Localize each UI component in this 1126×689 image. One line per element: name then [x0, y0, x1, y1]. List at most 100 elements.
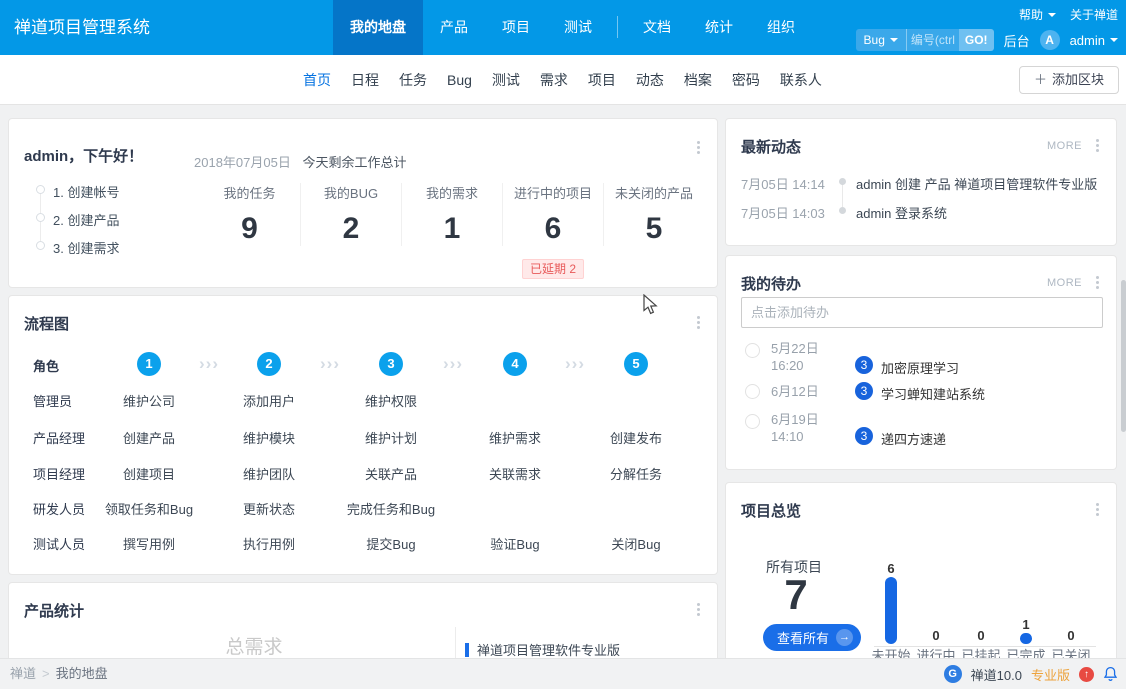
search-type-select[interactable]: Bug	[856, 29, 907, 51]
backend-link[interactable]: 后台	[1004, 31, 1030, 50]
tutorial-step-create-account[interactable]: 1. 创建帐号	[53, 182, 119, 201]
tab-password[interactable]: 密码	[722, 55, 770, 105]
panel-menu-button[interactable]	[692, 141, 704, 156]
main-nav-my-dashboard[interactable]: 我的地盘	[333, 0, 423, 55]
priority-badge: 3	[855, 356, 873, 374]
tab-story[interactable]: 需求	[530, 55, 578, 105]
chart-legend-item[interactable]: 禅道项目管理软件专业版	[465, 640, 620, 659]
latest-dynamics-panel: 最新动态 MORE 7月05日 14:14 admin 创建 产品 禅道项目管理…	[725, 118, 1117, 246]
version-label[interactable]: 禅道10.0	[971, 665, 1022, 684]
breadcrumb-root[interactable]: 禅道	[10, 666, 36, 681]
edition-label[interactable]: 专业版	[1031, 665, 1070, 684]
todo-title[interactable]: 学习蝉知建站系统	[881, 384, 985, 403]
tab-profile[interactable]: 档案	[674, 55, 722, 105]
todo-date: 6月19日14:10	[771, 411, 819, 445]
flow-task[interactable]: 验证Bug	[490, 534, 539, 553]
tab-contacts[interactable]: 联系人	[770, 55, 832, 105]
my-todo-panel: 我的待办 MORE 5月22日16:20 3 加密原理学习 6月12日 3 学习…	[725, 255, 1117, 470]
tutorial-step-create-product[interactable]: 2. 创建产品	[53, 210, 119, 229]
priority-badge: 3	[855, 382, 873, 400]
todo-checkbox[interactable]	[745, 384, 760, 399]
bell-icon[interactable]	[1103, 666, 1118, 682]
dynamic-text[interactable]: admin 创建 产品 禅道项目管理软件专业版	[856, 174, 1097, 193]
stat-open-products[interactable]: 未关闭的产品 5	[603, 183, 704, 246]
flow-task[interactable]: 关联产品	[365, 464, 417, 483]
flow-task[interactable]: 创建发布	[610, 428, 662, 447]
main-nav-test[interactable]: 测试	[547, 0, 609, 55]
tab-calendar[interactable]: 日程	[341, 55, 389, 105]
more-link[interactable]: MORE	[1047, 277, 1082, 289]
flow-task[interactable]: 创建项目	[123, 464, 175, 483]
todo-checkbox[interactable]	[745, 343, 760, 358]
flow-task[interactable]: 维护权限	[365, 391, 417, 410]
tab-project[interactable]: 项目	[578, 55, 626, 105]
flow-task[interactable]: 创建产品	[123, 428, 175, 447]
stat-ongoing-projects[interactable]: 进行中的项目 6 已延期 2	[502, 183, 603, 246]
flow-task[interactable]: 分解任务	[610, 464, 662, 483]
tab-bug[interactable]: Bug	[437, 55, 482, 105]
tutorial-dot	[36, 241, 45, 250]
main-nav-project[interactable]: 项目	[485, 0, 547, 55]
delayed-badge: 已延期 2	[522, 259, 584, 279]
todo-date: 5月22日16:20	[771, 340, 819, 374]
chevron-down-icon	[1110, 38, 1118, 42]
flow-task[interactable]: 维护公司	[123, 391, 175, 410]
bar-value: 0	[914, 628, 958, 643]
flow-task[interactable]: 关闭Bug	[611, 534, 660, 553]
tutorial-step-create-story[interactable]: 3. 创建需求	[53, 238, 119, 257]
flow-task[interactable]: 维护计划	[365, 428, 417, 447]
main-nav-doc[interactable]: 文档	[626, 0, 688, 55]
breadcrumb: 禅道>我的地盘	[10, 659, 108, 689]
flow-task[interactable]: 添加用户	[243, 391, 295, 410]
user-menu[interactable]: admin	[1070, 33, 1118, 48]
flow-task[interactable]: 执行用例	[243, 534, 295, 553]
stat-my-stories[interactable]: 我的需求 1	[401, 183, 502, 246]
tab-task[interactable]: 任务	[389, 55, 437, 105]
stat-my-bugs[interactable]: 我的BUG 2	[300, 183, 401, 246]
more-link[interactable]: MORE	[1047, 140, 1082, 152]
zentao-logo-icon: G	[944, 665, 962, 683]
todo-title[interactable]: 递四方速递	[881, 429, 946, 448]
search-input[interactable]	[907, 29, 959, 51]
flow-task[interactable]: 领取任务和Bug	[105, 499, 193, 518]
flow-task[interactable]: 维护需求	[489, 428, 541, 447]
add-todo-input[interactable]	[741, 297, 1103, 328]
search-go-button[interactable]: GO!	[959, 29, 994, 51]
priority-badge: 3	[855, 427, 873, 445]
breadcrumb-separator: >	[42, 666, 50, 681]
panel-menu-button[interactable]	[692, 603, 704, 618]
flow-task[interactable]: 维护团队	[243, 464, 295, 483]
bar-value: 0	[1049, 628, 1093, 643]
main-nav-product[interactable]: 产品	[423, 0, 485, 55]
panel-menu-button[interactable]	[1091, 139, 1103, 154]
main-nav-org[interactable]: 组织	[750, 0, 812, 55]
flow-task[interactable]: 撰写用例	[123, 534, 175, 553]
flow-task[interactable]: 更新状态	[243, 499, 295, 518]
flow-role: 测试人员	[33, 534, 85, 553]
tab-dynamic[interactable]: 动态	[626, 55, 674, 105]
help-menu[interactable]: 帮助	[1019, 6, 1056, 23]
flow-task[interactable]: 提交Bug	[366, 534, 415, 553]
panel-title: 最新动态	[741, 136, 801, 157]
upgrade-icon[interactable]: ↑	[1079, 667, 1094, 682]
todo-title[interactable]: 加密原理学习	[881, 358, 959, 377]
panel-menu-button[interactable]	[1091, 276, 1103, 291]
panel-title: 项目总览	[741, 500, 801, 521]
scrollbar[interactable]	[1121, 280, 1126, 432]
flow-task[interactable]: 维护模块	[243, 428, 295, 447]
tab-home[interactable]: 首页	[293, 55, 341, 105]
tab-test[interactable]: 测试	[482, 55, 530, 105]
add-block-button[interactable]: ＋添加区块	[1019, 66, 1119, 94]
dynamic-text[interactable]: admin 登录系统	[856, 203, 947, 222]
flow-task[interactable]: 关联需求	[489, 464, 541, 483]
avatar[interactable]: A	[1040, 30, 1060, 50]
view-all-button[interactable]: 查看所有 →	[763, 624, 861, 651]
panel-menu-button[interactable]	[692, 316, 704, 331]
stat-my-tasks[interactable]: 我的任务 9	[199, 183, 300, 246]
todo-checkbox[interactable]	[745, 414, 760, 429]
main-nav-report[interactable]: 统计	[688, 0, 750, 55]
about-link[interactable]: 关于禅道	[1070, 6, 1118, 23]
flow-role: 项目经理	[33, 464, 85, 483]
plus-icon: ＋	[1034, 72, 1047, 87]
flow-task[interactable]: 完成任务和Bug	[347, 499, 435, 518]
